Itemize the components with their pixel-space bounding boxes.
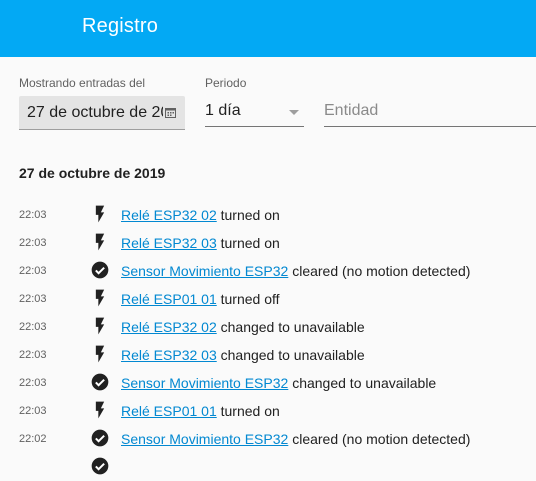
logbook-entry: 22:03 Relé ESP32 02 turned on xyxy=(0,201,536,229)
start-date-label: Mostrando entradas del xyxy=(19,76,146,90)
entity-link[interactable]: Relé ESP01 01 xyxy=(121,403,217,419)
entity-input[interactable] xyxy=(324,99,524,123)
check-circle-icon xyxy=(90,428,110,448)
calendar-icon[interactable] xyxy=(165,107,176,118)
logbook-entry: 22:03 Relé ESP01 01 turned on xyxy=(0,397,536,425)
entity-field[interactable] xyxy=(324,96,536,127)
logbook-entry: 22:03 Relé ESP32 03 changed to unavailabl… xyxy=(0,341,536,369)
period-value: 1 día xyxy=(205,102,241,119)
entry-message: changed to unavailable xyxy=(220,319,365,335)
entry-time: 22:03 xyxy=(19,321,47,333)
flash-icon xyxy=(90,316,110,336)
entry-message: cleared (no motion detected) xyxy=(292,431,471,447)
logbook-entry: 22:03 Sensor Movimiento ESP32 changed to … xyxy=(0,369,536,397)
flash-icon xyxy=(90,204,110,224)
start-date-picker[interactable]: 27 de octubre de 2019 xyxy=(19,96,185,130)
date-heading: 27 de octubre de 2019 xyxy=(19,165,166,181)
entry-time: 22:03 xyxy=(19,265,47,277)
entry-time: 22:03 xyxy=(19,293,47,305)
entity-link[interactable]: Sensor Movimiento ESP32 xyxy=(121,431,288,447)
entry-time: 22:02 xyxy=(19,433,47,445)
logbook-entry: 22:02 Sensor Movimiento ESP32 cleared (no… xyxy=(0,425,536,453)
entry-message: changed to unavailable xyxy=(220,347,365,363)
logbook-entry: 22:03 Sensor Movimiento ESP32 cleared (no… xyxy=(0,257,536,285)
entity-link[interactable]: Relé ESP32 02 xyxy=(121,207,217,223)
entity-link[interactable]: Relé ESP32 03 xyxy=(121,235,217,251)
entry-message: turned on xyxy=(220,207,280,223)
logbook-list: 22:03 Relé ESP32 02 turned on 22:03 Relé E… xyxy=(0,201,536,481)
check-circle-icon xyxy=(90,372,110,392)
entity-link[interactable]: Relé ESP32 03 xyxy=(121,347,217,363)
entity-link[interactable]: Relé ESP32 02 xyxy=(121,319,217,335)
logbook-entry xyxy=(0,453,536,481)
logbook-entry: 22:03 Relé ESP32 03 turned on xyxy=(0,229,536,257)
entry-time: 22:03 xyxy=(19,209,47,221)
entity-link[interactable]: Relé ESP01 01 xyxy=(121,291,217,307)
dropdown-arrow-icon xyxy=(289,110,299,115)
logbook-entry: 22:03 Relé ESP32 02 changed to unavailabl… xyxy=(0,313,536,341)
page-title: Registro xyxy=(82,15,159,37)
entry-message: turned on xyxy=(220,235,280,251)
entry-time: 22:03 xyxy=(19,237,47,249)
start-date-value: 27 de octubre de 2019 xyxy=(27,104,163,121)
app-header: Registro xyxy=(0,0,536,57)
entity-link[interactable]: Sensor Movimiento ESP32 xyxy=(121,263,288,279)
flash-icon xyxy=(90,288,110,308)
logbook-entry: 22:03 Relé ESP01 01 turned off xyxy=(0,285,536,313)
flash-icon xyxy=(90,400,110,420)
check-circle-icon xyxy=(90,260,110,280)
entry-time: 22:03 xyxy=(19,377,47,389)
entry-message: cleared (no motion detected) xyxy=(292,263,471,279)
period-label: Periodo xyxy=(205,76,247,90)
entry-message: changed to unavailable xyxy=(292,375,437,391)
period-dropdown[interactable]: 1 día xyxy=(205,96,304,127)
entry-message: turned off xyxy=(220,291,280,307)
entry-time: 22:03 xyxy=(19,405,47,417)
check-circle-icon xyxy=(90,456,110,476)
entry-message: turned on xyxy=(220,403,280,419)
flash-icon xyxy=(90,232,110,252)
flash-icon xyxy=(90,344,110,364)
entry-time: 22:03 xyxy=(19,349,47,361)
entity-link[interactable]: Sensor Movimiento ESP32 xyxy=(121,375,288,391)
